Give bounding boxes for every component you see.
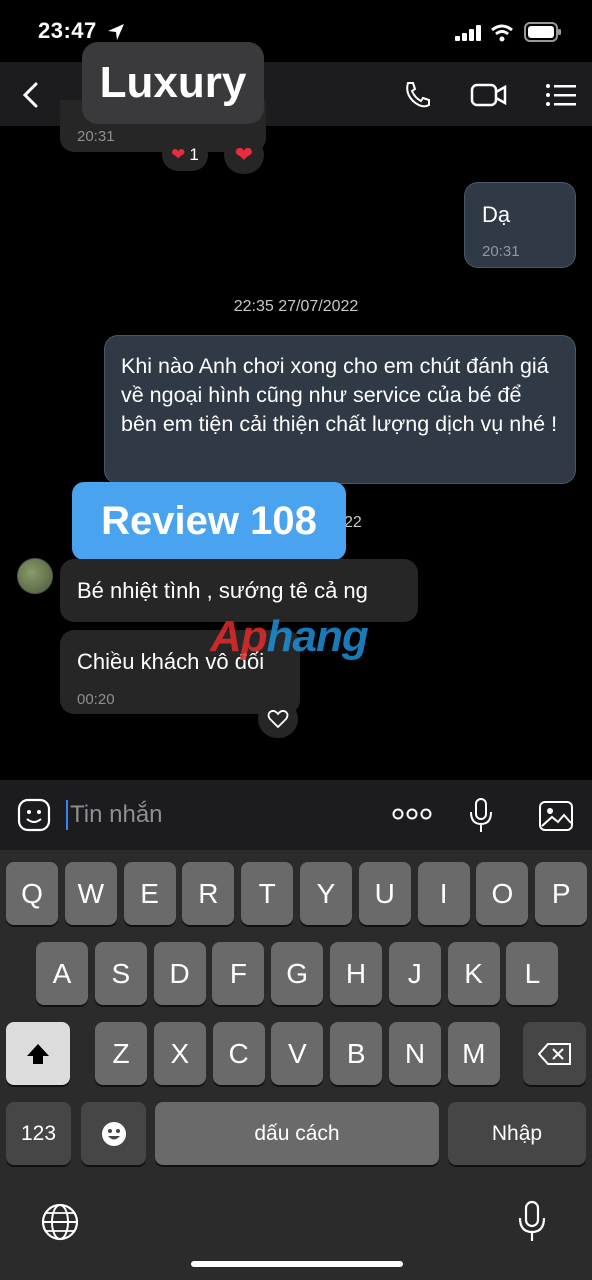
key-b[interactable]: B [330,1022,383,1085]
backspace-icon [537,1042,571,1065]
wifi-icon [491,24,513,42]
home-indicator[interactable] [191,1261,403,1267]
key-y[interactable]: Y [300,862,352,925]
numbers-key[interactable]: 123 [6,1102,71,1165]
message-time: 00:20 [77,691,115,708]
return-key[interactable]: Nhập [448,1102,586,1165]
key-h[interactable]: H [330,942,382,1005]
shift-arrow-icon [27,1043,49,1064]
key-n[interactable]: N [389,1022,441,1085]
phone-call-icon[interactable] [402,80,432,110]
key-v[interactable]: V [271,1022,324,1085]
status-time: 23:47 [38,18,97,43]
key-p[interactable]: P [535,862,588,925]
key-x[interactable]: X [153,1022,206,1085]
date-separator: 22:35 27/07/2022 [233,298,359,315]
menu-list-icon[interactable] [545,82,577,108]
key-z[interactable]: Z [95,1022,147,1085]
emoji-key[interactable] [81,1102,146,1165]
key-j[interactable]: J [388,942,441,1005]
key-a[interactable]: A [36,942,88,1005]
video-call-icon[interactable] [470,80,508,110]
reaction-badge[interactable]: ❤ 1 [162,139,208,171]
message-text: Bé nhiệt tình , sướng tê cả ng [77,578,368,603]
sticker-icon[interactable] [17,798,51,832]
message-time: 20:31 [77,128,115,145]
shift-key[interactable] [6,1022,70,1085]
dictation-microphone-icon[interactable] [518,1200,546,1249]
key-d[interactable]: D [153,942,206,1005]
text-caret [66,800,68,830]
key-s[interactable]: S [94,942,147,1005]
emoji-icon [101,1121,126,1146]
more-options-icon[interactable] [392,806,432,822]
key-k[interactable]: K [447,942,500,1005]
heart-icon: ❤ [171,145,186,164]
key-f[interactable]: F [212,942,265,1005]
cellular-signal-icon [455,25,481,41]
heart-icon[interactable]: ❤ [224,136,264,174]
key-r[interactable]: R [182,862,235,925]
title-overlay-label: Luxury [82,42,264,124]
key-w[interactable]: W [64,862,117,925]
reaction-count: 1 [189,145,199,164]
avatar[interactable] [17,558,53,594]
watermark-logo: Aphang [210,612,369,661]
microphone-icon[interactable] [468,798,494,834]
back-arrow-icon[interactable] [20,82,42,108]
message-text: Dạ [482,202,511,227]
battery-icon [524,22,561,42]
message-bubble-outgoing[interactable]: Dạ 20:31 [464,182,576,268]
review-badge-overlay: Review 108 [72,482,346,560]
location-arrow-icon [108,24,124,40]
like-heart-button[interactable] [258,700,298,738]
message-input[interactable]: Tin nhắn [70,801,163,829]
key-o[interactable]: O [476,862,529,925]
key-m[interactable]: M [447,1022,500,1085]
image-gallery-icon[interactable] [538,800,574,832]
backspace-key[interactable] [523,1022,586,1085]
key-u[interactable]: U [358,862,411,925]
heart-outline-icon [267,709,289,729]
date-separator: 22 [344,514,362,531]
message-bubble-outgoing[interactable]: Khi nào Anh chơi xong cho em chút đánh g… [104,335,576,484]
key-t[interactable]: T [241,862,294,925]
key-l[interactable]: L [506,942,559,1005]
key-i[interactable]: I [417,862,470,925]
key-e[interactable]: E [123,862,176,925]
key-g[interactable]: G [271,942,324,1005]
key-c[interactable]: C [212,1022,265,1085]
key-q[interactable]: Q [6,862,58,925]
globe-icon[interactable] [40,1202,80,1247]
message-time: 20:31 [482,243,520,260]
message-text: Khi nào Anh chơi xong cho em chút đánh g… [121,354,558,436]
space-key[interactable]: dấu cách [155,1102,439,1165]
